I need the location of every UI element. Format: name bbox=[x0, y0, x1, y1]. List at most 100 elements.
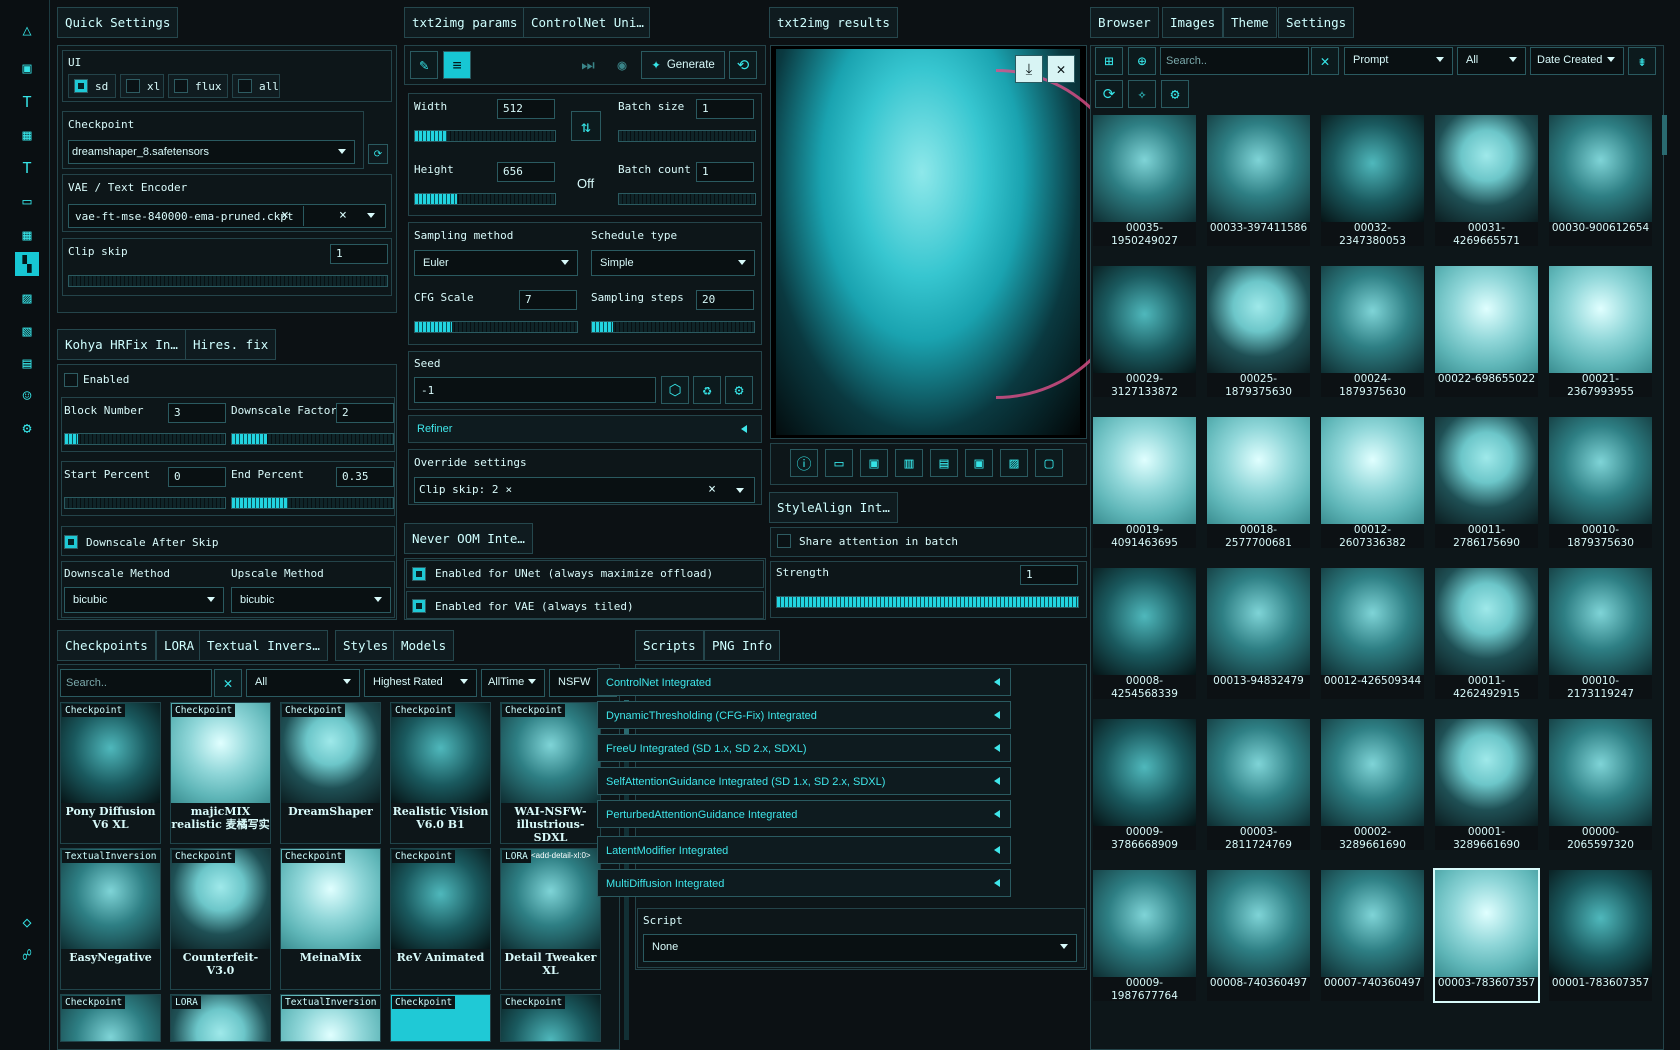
info-icon[interactable]: ⓘ bbox=[790, 449, 818, 477]
gallery-thumbnail[interactable]: 00011-2786175690 bbox=[1435, 417, 1538, 548]
batch-size-input[interactable]: 1 bbox=[696, 99, 754, 119]
tab-browser-3[interactable]: Settings bbox=[1278, 7, 1355, 38]
networks-search-input[interactable]: Search.. bbox=[60, 669, 212, 697]
tab-hires-fix[interactable]: Hires. fix bbox=[185, 329, 277, 360]
dice-icon[interactable]: ⬡ bbox=[661, 376, 689, 404]
script-select[interactable]: None bbox=[643, 934, 1077, 962]
stop-icon[interactable]: ◉ bbox=[608, 51, 636, 79]
browser-settings-icon[interactable]: ⚙ bbox=[1161, 80, 1189, 108]
sliders-icon[interactable]: ≡ bbox=[443, 51, 471, 79]
grid-icon[interactable]: ▚ bbox=[15, 252, 39, 276]
gallery-thumbnail[interactable]: 00021-2367993955 bbox=[1549, 266, 1652, 397]
tab-network-3[interactable]: Styles bbox=[335, 630, 397, 661]
strength-input[interactable]: 1 bbox=[1020, 565, 1078, 585]
batch-count-slider[interactable] bbox=[618, 193, 756, 205]
network-card[interactable]: Checkpoint majicMIX realistic 麦橘写实 bbox=[170, 702, 271, 844]
gallery-thumbnail[interactable]: 00007-740360497 bbox=[1321, 870, 1424, 1001]
schedule-type-select[interactable]: Simple bbox=[591, 250, 755, 276]
gallery-thumbnail[interactable]: 00000-2065597320 bbox=[1549, 719, 1652, 850]
ui-option-sd[interactable]: sd bbox=[68, 74, 116, 98]
download-icon[interactable]: ⤓ bbox=[1015, 55, 1043, 83]
browser-sort-select[interactable]: Date Created bbox=[1530, 47, 1624, 75]
tab-controlnet-unit[interactable]: ControlNet Uni… bbox=[523, 7, 650, 38]
gallery-thumbnail[interactable]: 00003-2811724769 bbox=[1207, 719, 1310, 850]
script-accordion[interactable]: PerturbedAttentionGuidance Integrated bbox=[597, 800, 1011, 828]
ui-option-all[interactable]: all bbox=[232, 74, 280, 98]
batch-count-input[interactable]: 1 bbox=[696, 162, 754, 182]
skip-icon[interactable]: ⏭ bbox=[574, 51, 602, 79]
gallery-thumbnail[interactable]: 00022-698655022 bbox=[1435, 266, 1538, 397]
browser-field-select[interactable]: Prompt bbox=[1344, 47, 1453, 75]
networks-time-filter[interactable]: AllTime bbox=[481, 669, 545, 697]
networks-sort-filter[interactable]: Highest Rated bbox=[364, 669, 477, 697]
browser-clear-icon[interactable]: ✕ bbox=[1311, 47, 1339, 75]
start-percent-input[interactable]: 0 bbox=[168, 467, 226, 487]
send-to-controlnet-icon[interactable]: ▢ bbox=[1035, 449, 1063, 477]
network-card[interactable]: LORA <add-detail-xl:0> Detail Tweaker XL bbox=[500, 848, 601, 990]
repeat-icon[interactable]: ⟲ bbox=[729, 51, 757, 79]
gallery-thumbnail[interactable]: 00031-4269665571 bbox=[1435, 115, 1538, 246]
script-accordion[interactable]: SelfAttentionGuidance Integrated (SD 1.x… bbox=[597, 767, 1011, 795]
gallery-thumbnail[interactable]: 00013-94832479 bbox=[1207, 568, 1310, 699]
text-icon[interactable]: T bbox=[15, 90, 39, 114]
width-slider[interactable] bbox=[414, 130, 556, 142]
unet-offload-checkbox[interactable] bbox=[412, 567, 426, 581]
tab-browser-0[interactable]: Browser bbox=[1090, 7, 1159, 38]
tab-quick-settings[interactable]: Quick Settings bbox=[57, 7, 179, 38]
script-accordion[interactable]: DynamicThresholding (CFG-Fix) Integrated bbox=[597, 701, 1011, 729]
gallery-thumbnail[interactable]: 00002-3289661690 bbox=[1321, 719, 1424, 850]
network-card[interactable]: Checkpoint Realistic Vision V6.0 B1 bbox=[390, 702, 491, 844]
script-accordion[interactable]: FreeU Integrated (SD 1.x, SD 2.x, SDXL) bbox=[597, 734, 1011, 762]
tab-txt2img-params[interactable]: txt2img params bbox=[404, 7, 526, 38]
height-slider[interactable] bbox=[414, 193, 556, 205]
chip2-icon[interactable]: ▦ bbox=[15, 223, 39, 247]
clip-skip-input[interactable]: 1 bbox=[330, 244, 388, 264]
refresh-checkpoint-icon[interactable]: ⟳ bbox=[368, 144, 388, 164]
script-accordion[interactable]: LatentModifier Integrated bbox=[597, 836, 1011, 864]
width-input[interactable]: 512 bbox=[497, 99, 555, 119]
result-image[interactable] bbox=[776, 49, 1136, 435]
browser-scrollbar[interactable] bbox=[1662, 115, 1667, 155]
refiner-accordion[interactable] bbox=[408, 415, 762, 443]
batch-size-slider[interactable] bbox=[618, 130, 756, 142]
tab-browser-2[interactable]: Theme bbox=[1223, 7, 1277, 38]
tab-txt2img-results[interactable]: txt2img results bbox=[769, 7, 898, 38]
tree-icon[interactable]: ⊞ bbox=[1095, 47, 1123, 75]
tab-network-1[interactable]: LORA bbox=[156, 630, 203, 661]
script-accordion[interactable]: ControlNet Integrated bbox=[597, 668, 1011, 696]
zip-icon[interactable]: ▥ bbox=[895, 449, 923, 477]
ui-option-flux[interactable]: flux bbox=[168, 74, 228, 98]
diamond-icon[interactable]: ◇ bbox=[15, 910, 39, 934]
vae-select[interactable]: vae-ft-mse-840000-ema-pruned.ckpt × × bbox=[68, 204, 386, 228]
network-card[interactable]: Checkpoint DreamShaper bbox=[280, 702, 381, 844]
share-attention-checkbox[interactable] bbox=[777, 534, 791, 548]
people-icon[interactable]: ☍ bbox=[15, 943, 39, 967]
network-card[interactable]: TextualInversion EasyNegative bbox=[60, 848, 161, 990]
send-to-img2img-icon[interactable]: ▤ bbox=[930, 449, 958, 477]
gallery-thumbnail[interactable]: 00008-4254568339 bbox=[1093, 568, 1196, 699]
network-card[interactable]: Checkpoint Pony Diffusion V6 XL bbox=[60, 702, 161, 844]
clip-skip-slider[interactable] bbox=[68, 275, 388, 287]
downscale-after-skip-checkbox[interactable] bbox=[64, 535, 78, 549]
block-number-slider[interactable] bbox=[64, 433, 226, 445]
send-to-extras-icon[interactable]: ▨ bbox=[1000, 449, 1028, 477]
script-accordion[interactable]: MultiDiffusion Integrated bbox=[597, 869, 1011, 897]
checkpoint-select[interactable]: dreamshaper_8.safetensors bbox=[68, 140, 355, 164]
network-card[interactable]: Checkpoint bbox=[500, 994, 601, 1042]
browser-search-input[interactable]: Search.. bbox=[1160, 47, 1309, 75]
strength-slider[interactable] bbox=[776, 596, 1079, 608]
end-percent-slider[interactable] bbox=[231, 497, 394, 509]
vae-tiled-checkbox[interactable] bbox=[412, 599, 426, 613]
tab-stylealign[interactable]: StyleAlign Int… bbox=[769, 492, 898, 523]
image-icon[interactable]: ▨ bbox=[15, 286, 39, 310]
gear-icon[interactable]: ⚙ bbox=[15, 416, 39, 440]
network-card[interactable]: Checkpoint WAI-NSFW-illustrious-SDXL bbox=[500, 702, 601, 844]
block-number-input[interactable]: 3 bbox=[168, 403, 226, 423]
calendar-image-icon[interactable]: ▤ bbox=[15, 351, 39, 375]
gallery-thumbnail[interactable]: 00001-3289661690 bbox=[1435, 719, 1538, 850]
gallery-thumbnail[interactable]: 00010-2173119247 bbox=[1549, 568, 1652, 699]
network-card[interactable]: Checkpoint bbox=[60, 994, 161, 1042]
triangle-logo-icon[interactable]: △ bbox=[15, 18, 39, 42]
browser-refresh-icon[interactable]: ⟳ bbox=[1095, 80, 1123, 108]
save-icon[interactable]: ▣ bbox=[860, 449, 888, 477]
